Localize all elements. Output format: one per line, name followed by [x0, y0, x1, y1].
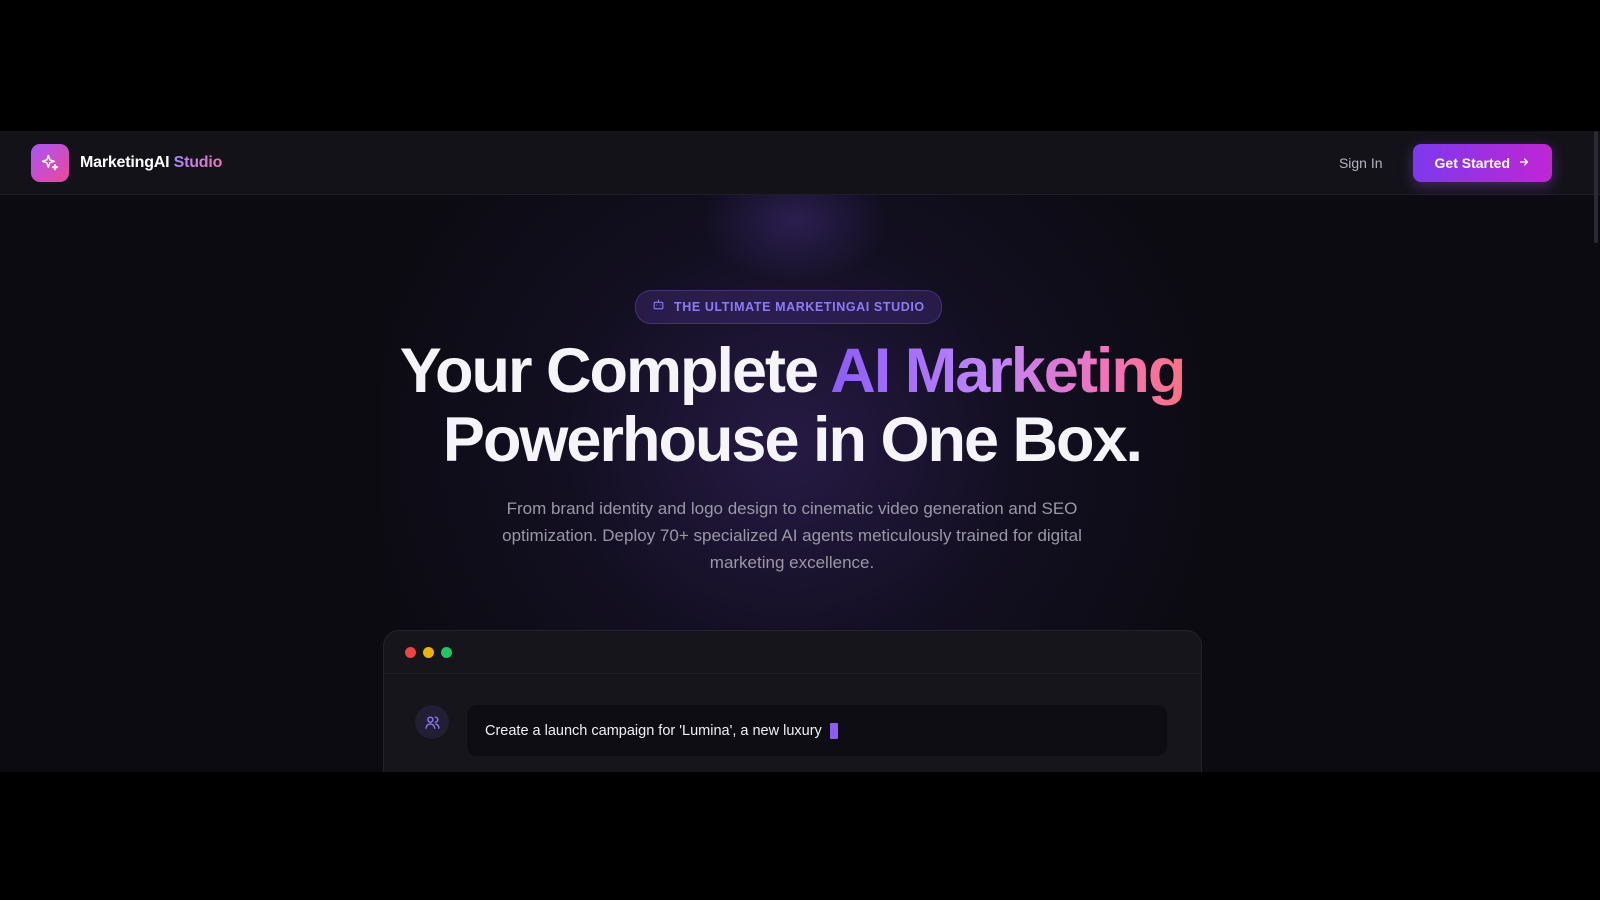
hero-glow-top — [700, 193, 890, 283]
window-close-dot — [405, 646, 416, 658]
typing-caret — [829, 722, 838, 739]
headline-part2: Powerhouse in One Box. — [442, 405, 1143, 475]
brand-name-primary: MarketingAI — [80, 153, 170, 171]
demo-window: Create a launch campaign for 'Lumina', a… — [383, 630, 1202, 772]
headline-part1: Your Complete — [399, 336, 831, 406]
hero-badge: THE ULTIMATE MARKETINGAI STUDIO — [635, 290, 942, 324]
hero-headline: Your Complete AI Marketing Powerhouse in… — [0, 337, 1584, 475]
window-minimize-dot — [423, 646, 434, 658]
headline-accent: AI Marketing — [830, 336, 1186, 406]
brand-name-accent: Studio — [173, 153, 223, 171]
brand-name: MarketingAI Studio — [80, 154, 222, 172]
get-started-button[interactable]: Get Started — [1412, 143, 1552, 182]
prompt-bubble[interactable]: Create a launch campaign for 'Lumina', a… — [467, 705, 1167, 756]
get-started-label: Get Started — [1434, 154, 1510, 171]
hero-subtitle: From brand identity and logo design to c… — [502, 499, 1082, 572]
window-maximize-dot — [441, 646, 452, 658]
arrow-right-icon — [1518, 155, 1530, 171]
window-titlebar — [384, 631, 1201, 674]
top-navbar: MarketingAI Studio Sign In Get Started — [0, 131, 1600, 195]
robot-icon — [652, 298, 665, 316]
users-icon — [415, 705, 449, 739]
nav-actions: Sign In Get Started — [1339, 143, 1552, 182]
page-viewport: MarketingAI Studio Sign In Get Started T… — [0, 131, 1600, 772]
hero-badge-text: THE ULTIMATE MARKETINGAI STUDIO — [674, 300, 925, 314]
sparkles-icon — [31, 143, 69, 182]
prompt-text: Create a launch campaign for 'Lumina', a… — [485, 722, 822, 739]
sign-in-link[interactable]: Sign In — [1339, 155, 1383, 171]
page-scrollbar[interactable] — [1594, 131, 1598, 243]
brand-logo-link[interactable]: MarketingAI Studio — [31, 143, 222, 182]
